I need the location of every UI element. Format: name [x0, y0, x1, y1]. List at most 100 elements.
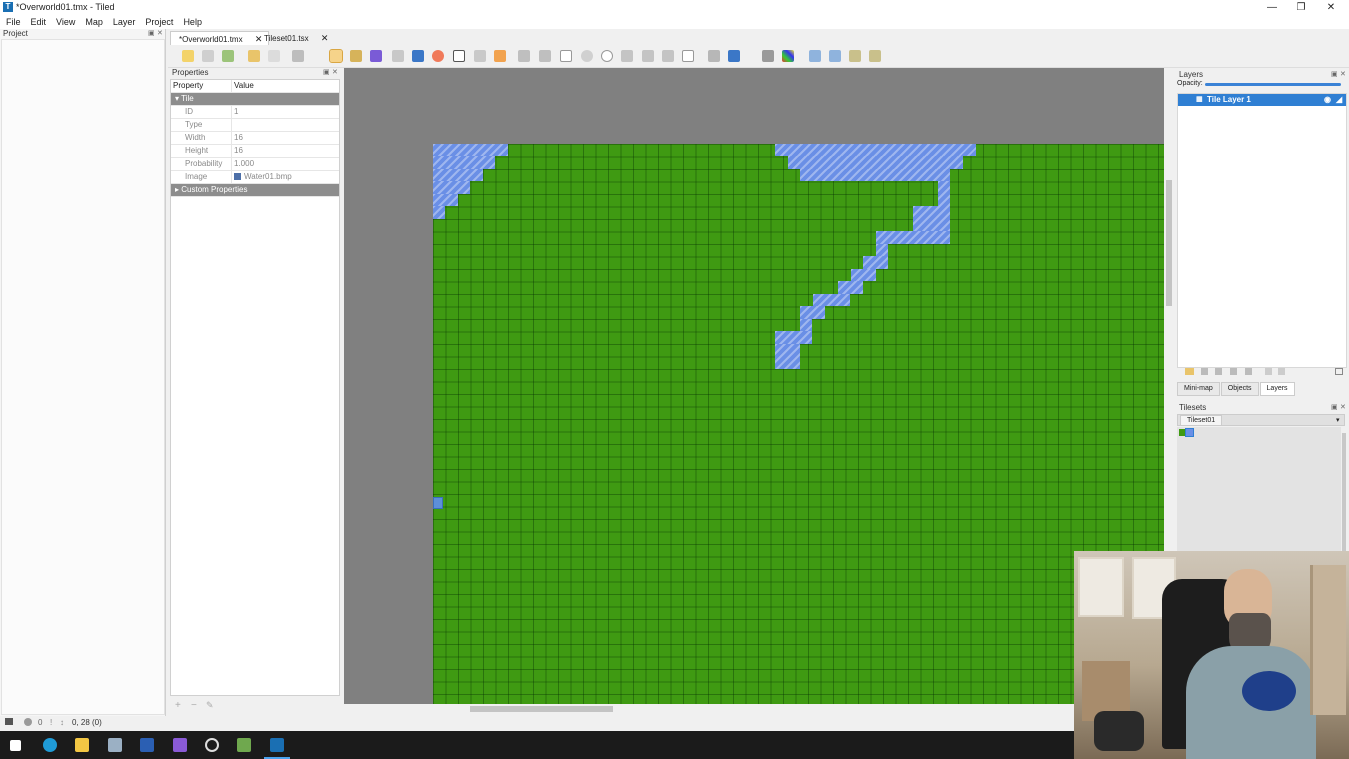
warning-icon[interactable]: !: [50, 718, 52, 727]
tileset-scrollbar[interactable]: [1341, 427, 1347, 557]
panel-close-icon[interactable]: ✕: [332, 68, 338, 76]
panel-float-icon[interactable]: ▣: [1331, 403, 1338, 411]
insert-tile-icon[interactable]: [642, 50, 654, 62]
insert-rectangle-icon[interactable]: [560, 50, 572, 62]
eye-icon[interactable]: ◉: [1324, 94, 1331, 106]
property-row-id[interactable]: ID 1: [171, 106, 339, 119]
panel-close-icon[interactable]: ✕: [157, 29, 163, 37]
command-button-icon[interactable]: [292, 50, 304, 62]
property-value[interactable]: 1.000: [231, 158, 339, 170]
save-icon[interactable]: [222, 50, 234, 62]
file-explorer-icon[interactable]: [75, 738, 89, 752]
scroll-thumb[interactable]: [1166, 180, 1172, 306]
panel-close-icon[interactable]: ✕: [1340, 403, 1346, 411]
tiled-taskbar-icon[interactable]: [270, 738, 284, 752]
close-button[interactable]: ✕: [1316, 0, 1346, 15]
new-file-icon[interactable]: [182, 50, 194, 62]
delete-layer-icon[interactable]: [1245, 368, 1252, 375]
lock-layer-icon[interactable]: [1278, 368, 1285, 375]
menu-help[interactable]: Help: [177, 15, 206, 29]
property-row-height[interactable]: Height 16: [171, 145, 339, 158]
bucket-fill-icon[interactable]: [392, 50, 404, 62]
rename-property-button[interactable]: ✎: [206, 700, 214, 711]
tab-overworld01[interactable]: *Overworld01.tmx ✕: [170, 31, 270, 45]
rotate-left-icon[interactable]: [849, 50, 861, 62]
wang-fill-icon[interactable]: [782, 50, 794, 62]
terrain-brush-icon[interactable]: [350, 50, 362, 62]
panel-float-icon[interactable]: ▣: [323, 68, 330, 76]
tileset-view[interactable]: [1177, 427, 1341, 557]
property-row-image[interactable]: Image Water01.bmp: [171, 171, 339, 184]
flip-horizontal-icon[interactable]: [809, 50, 821, 62]
tab-tileset01[interactable]: Tileset01.tsx ✕: [256, 31, 334, 45]
select-same-tile-icon[interactable]: [494, 50, 506, 62]
add-property-button[interactable]: +: [175, 700, 181, 711]
tab-objects[interactable]: Objects: [1220, 382, 1259, 396]
insert-point-icon[interactable]: [581, 50, 593, 62]
maximize-button[interactable]: ❐: [1286, 0, 1316, 15]
world-tool-icon[interactable]: [708, 50, 720, 62]
windows-start-icon[interactable]: [10, 740, 21, 751]
insert-text-icon[interactable]: [682, 50, 694, 62]
minimize-button[interactable]: —: [1257, 0, 1287, 15]
menu-edit[interactable]: Edit: [25, 15, 51, 29]
project-tree[interactable]: [1, 39, 165, 715]
property-row-probability[interactable]: Probability 1.000: [171, 158, 339, 171]
lock-icon[interactable]: ◢: [1336, 94, 1342, 106]
rect-select-icon[interactable]: [453, 50, 465, 62]
lower-layer-icon[interactable]: [1215, 368, 1222, 375]
shape-fill-icon[interactable]: [412, 50, 424, 62]
terminal-icon[interactable]: [108, 738, 122, 752]
menu-layer[interactable]: Layer: [107, 15, 140, 29]
remove-property-button[interactable]: −: [191, 700, 197, 711]
panel-float-icon[interactable]: ▣: [1331, 70, 1338, 78]
new-layer-icon[interactable]: [1185, 368, 1194, 375]
random-mode-icon[interactable]: [762, 50, 774, 62]
tab-tileset01[interactable]: Tileset01: [1180, 415, 1223, 426]
menu-file[interactable]: File: [0, 15, 25, 29]
redo-icon[interactable]: [268, 50, 280, 62]
panel-float-icon[interactable]: ▣: [148, 29, 155, 37]
raise-layer-icon[interactable]: [1201, 368, 1208, 375]
property-row-type[interactable]: Type: [171, 119, 339, 132]
tab-layers[interactable]: Layers: [1259, 382, 1295, 396]
move-world-icon[interactable]: [728, 50, 740, 62]
open-file-icon[interactable]: [202, 50, 214, 62]
select-objects-icon[interactable]: [518, 50, 530, 62]
tile-layer-grass[interactable]: [433, 144, 1164, 704]
scroll-thumb[interactable]: [1342, 433, 1346, 551]
opacity-slider[interactable]: [1205, 83, 1341, 86]
property-value[interactable]: Water01.bmp: [231, 171, 339, 183]
scroll-thumb[interactable]: [470, 706, 613, 712]
duplicate-layer-icon[interactable]: [1230, 368, 1237, 375]
grass-tile[interactable]: [1179, 429, 1186, 436]
edit-polygons-icon[interactable]: [539, 50, 551, 62]
layer-select-icon[interactable]: ↕: [60, 718, 64, 727]
eraser-icon[interactable]: [432, 50, 444, 62]
panel-close-icon[interactable]: ✕: [1340, 70, 1346, 78]
undo-icon[interactable]: [248, 50, 260, 62]
flip-vertical-icon[interactable]: [829, 50, 841, 62]
layer-options-icon[interactable]: [1335, 368, 1343, 375]
paint-icon[interactable]: [237, 738, 251, 752]
property-value[interactable]: [231, 119, 339, 131]
rotate-right-icon[interactable]: [869, 50, 881, 62]
insert-ellipse-icon[interactable]: [601, 50, 613, 62]
menu-view[interactable]: View: [50, 15, 79, 29]
tab-close-icon[interactable]: ✕: [321, 33, 329, 43]
layer-row[interactable]: ▦ Tile Layer 1 ◉ ◢: [1178, 94, 1346, 106]
merge-layer-icon[interactable]: [1265, 368, 1272, 375]
menu-map[interactable]: Map: [79, 15, 107, 29]
map-canvas[interactable]: [344, 68, 1164, 704]
wang-brush-icon[interactable]: [370, 50, 382, 62]
tileset-menu-chevron-icon[interactable]: ▾: [1336, 416, 1340, 424]
app-icon[interactable]: [140, 738, 154, 752]
visual-studio-icon[interactable]: [173, 738, 187, 752]
property-row-width[interactable]: Width 16: [171, 132, 339, 145]
stamp-brush-icon[interactable]: [329, 49, 343, 63]
insert-template-icon[interactable]: [662, 50, 674, 62]
console-icon[interactable]: [5, 718, 13, 725]
magic-wand-icon[interactable]: [474, 50, 486, 62]
water-tile[interactable]: [1185, 428, 1194, 437]
tab-minimap[interactable]: Mini-map: [1177, 382, 1220, 396]
